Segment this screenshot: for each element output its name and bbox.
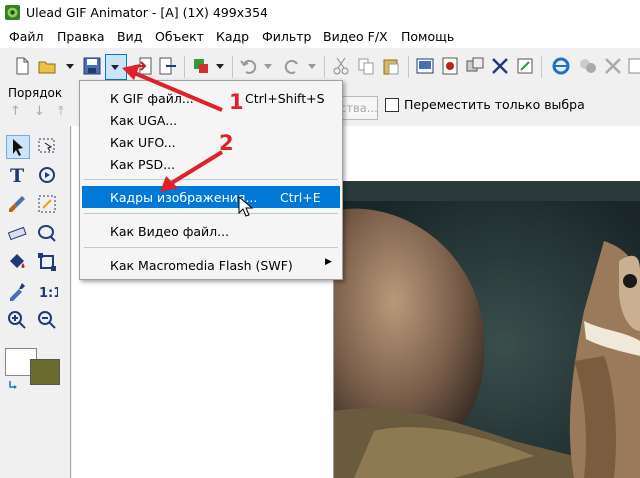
banner-text-icon[interactable] [603,56,623,76]
text-tool-icon[interactable]: T [6,164,28,186]
brush-tool-icon[interactable] [6,193,28,215]
optimize-icon[interactable] [440,56,460,76]
effects-icon[interactable] [578,56,598,76]
new-file-icon[interactable] [12,56,32,76]
copy-icon[interactable] [356,56,376,76]
frame-image [334,181,640,478]
annotation-number-1: 1 [229,90,244,114]
menu-separator [84,247,338,248]
swap-colors-icon[interactable] [8,378,22,392]
export-icon[interactable] [158,56,178,76]
magic-wand-tool-icon[interactable] [36,193,58,215]
paint-dropdown-arrow[interactable] [216,64,224,69]
redo-icon[interactable] [282,56,302,76]
save-dropdown-button[interactable] [105,54,127,80]
menu-item-psd[interactable]: Как PSD... [82,153,340,175]
menu-video-fx[interactable]: Видео F/X [323,29,388,44]
title-bar: Ulead GIF Animator - [A] (1X) 499x354 [0,0,640,26]
svg-text:1:1: 1:1 [39,286,58,301]
undo-icon[interactable] [239,56,259,76]
lasso-tool-icon[interactable] [36,164,58,186]
marquee-tool-icon[interactable] [36,135,58,157]
eraser-tool-icon[interactable] [6,222,28,244]
cut-icon[interactable] [331,56,351,76]
menu-help[interactable]: Помощь [401,29,454,44]
move-only-checkbox[interactable] [385,98,399,112]
window-title: Ulead GIF Animator - [A] (1X) 499x354 [26,5,268,20]
frame-properties-icon[interactable] [415,56,435,76]
svg-text:T: T [10,165,24,186]
menu-separator [84,213,338,214]
redo-dropdown-arrow[interactable] [308,64,316,69]
menu-file[interactable]: Файл [9,29,44,44]
menu-bar: Файл Правка Вид Объект Кадр Фильтр Видео… [0,26,640,48]
zoom-in-icon[interactable] [6,309,28,331]
tool-panel: T 1:1 [0,126,71,478]
mouse-cursor-icon [238,196,254,217]
menu-item-ufo[interactable]: Как UFO... [82,131,340,153]
paste-icon[interactable] [381,56,401,76]
eyedropper-tool-icon[interactable] [6,280,28,302]
order-up-icon[interactable]: ↑ [10,104,21,119]
menu-separator [84,179,338,180]
undo-dropdown-arrow[interactable] [264,64,272,69]
save-disk-icon[interactable] [82,56,102,76]
preview-browser-icon[interactable] [551,56,571,76]
menu-item-image-frames[interactable]: Кадры изображения... Ctrl+E [82,186,340,208]
open-dropdown-arrow[interactable] [66,64,74,69]
pointer-tool-icon[interactable] [6,135,30,159]
menu-frame[interactable]: Кадр [216,29,249,44]
tween-icon[interactable] [465,56,485,76]
zoom-out-icon[interactable] [36,309,58,331]
paint-tool-icon[interactable] [191,56,211,76]
ellipse-select-tool-icon[interactable] [36,222,58,244]
save-as-dropdown-menu: К GIF файл... Ctrl+Shift+S Как UGA... Ка… [79,80,343,280]
menu-filter[interactable]: Фильтр [262,29,311,44]
menu-item-flash-swf[interactable]: Как Macromedia Flash (SWF) ▶ [82,254,340,276]
menu-view[interactable]: Вид [117,29,142,44]
fill-bucket-tool-icon[interactable] [6,251,28,273]
menu-object[interactable]: Объект [155,29,204,44]
move-only-checkbox-label: Переместить только выбра [404,97,585,112]
resize-icon[interactable] [515,56,535,76]
app-icon [5,5,20,20]
menu-item-uga[interactable]: Как UGA... [82,109,340,131]
order-top-icon[interactable]: ⤒ [58,104,64,119]
open-folder-icon[interactable] [37,56,57,76]
order-down-icon[interactable]: ↓ [34,104,45,119]
actual-size-icon[interactable]: 1:1 [36,280,58,302]
menu-edit[interactable]: Правка [57,29,105,44]
menu-item-gif-file[interactable]: К GIF файл... Ctrl+Shift+S [82,87,340,109]
crop-icon[interactable] [490,56,510,76]
submenu-arrow-icon: ▶ [325,257,332,267]
menu-item-video-file[interactable]: Как Видео файл... [82,220,340,242]
annotation-number-2: 2 [219,131,234,155]
import-icon[interactable] [133,56,153,76]
order-label: Порядок [8,86,63,100]
overflow-icon[interactable] [627,56,640,76]
transform-tool-icon[interactable] [36,251,58,273]
background-color-swatch[interactable] [30,359,60,385]
